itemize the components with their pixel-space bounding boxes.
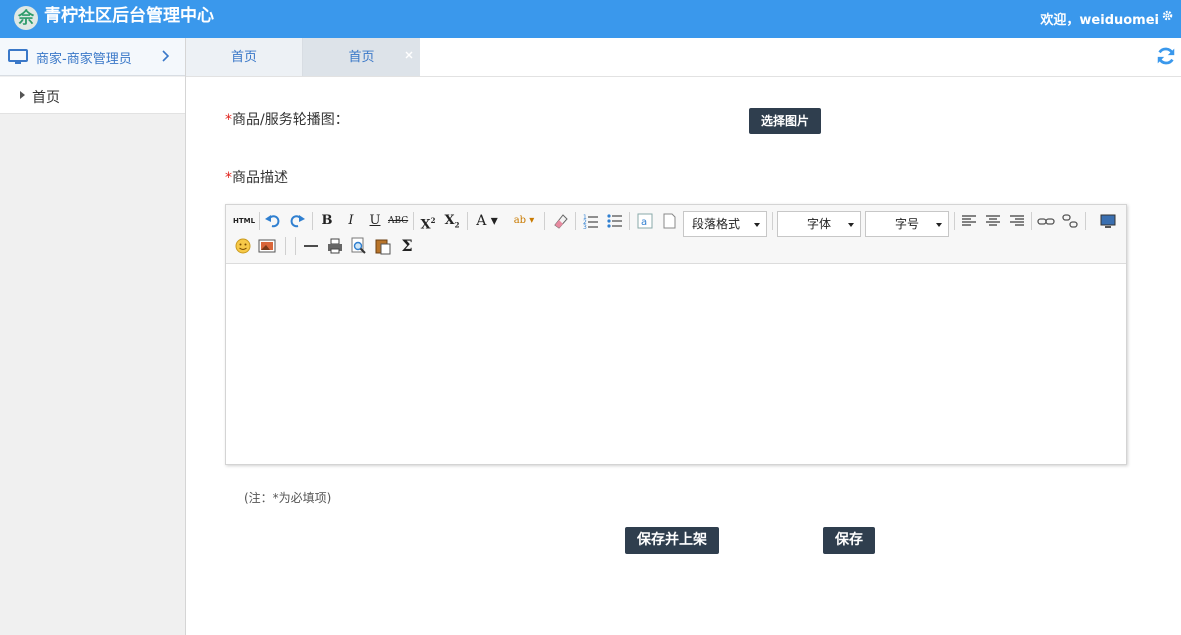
bold-button[interactable]: B	[317, 211, 337, 231]
sidebar-menu-header[interactable]: 商家-商家管理员	[0, 38, 185, 76]
align-left-icon[interactable]	[959, 211, 979, 231]
image-icon[interactable]	[257, 236, 277, 256]
close-icon[interactable]	[404, 50, 414, 60]
required-mark: *	[225, 170, 232, 186]
horizontal-rule-icon[interactable]	[301, 236, 321, 256]
unordered-list-icon[interactable]	[605, 211, 625, 231]
formula-icon[interactable]: Σ	[397, 236, 417, 256]
rich-text-editor: HTML B I U ABC X2 X2 A ▾ ab ▾ 1 2 3 a 段落…	[225, 204, 1127, 465]
undo-icon[interactable]	[263, 211, 283, 231]
toolbar-divider	[544, 212, 545, 230]
tab-home[interactable]: 首页	[186, 38, 303, 76]
toolbar-divider	[1031, 212, 1032, 230]
sidebar-menu-title: 商家-商家管理员	[36, 52, 132, 67]
toolbar-divider	[1085, 212, 1086, 230]
font-family-value: 字体	[806, 217, 831, 231]
anchor-icon[interactable]: a	[635, 211, 655, 231]
toolbar-divider	[575, 212, 576, 230]
description-label-text: 商品描述	[232, 170, 288, 186]
editor-toolbar: HTML B I U ABC X2 X2 A ▾ ab ▾ 1 2 3 a 段落…	[226, 205, 1126, 264]
toolbar-divider	[467, 212, 468, 230]
editor-content-area[interactable]	[226, 265, 1126, 464]
paragraph-format-select[interactable]: 段落格式	[683, 211, 767, 237]
choose-image-button[interactable]: 选择图片	[749, 108, 821, 134]
preview-icon[interactable]	[349, 236, 369, 256]
sidebar-item-home[interactable]: 首页	[0, 77, 185, 114]
svg-text:a: a	[641, 217, 647, 228]
font-family-select[interactable]: 字体	[777, 211, 861, 237]
font-size-select[interactable]: 字号	[865, 211, 949, 237]
tab-label: 首页	[348, 50, 375, 65]
caret-right-icon	[20, 91, 25, 99]
sidebar: 商家-商家管理员 首页	[0, 38, 186, 635]
gear-icon[interactable]	[1162, 10, 1173, 21]
paragraph-format-value: 段落格式	[692, 217, 741, 231]
app-title: 青柠社区后台管理中心	[44, 6, 214, 26]
caret-down-icon	[936, 223, 942, 227]
toolbar-divider	[413, 212, 414, 230]
align-right-icon[interactable]	[1007, 211, 1027, 231]
superscript-button[interactable]: X2	[418, 211, 438, 232]
highlight-color-button[interactable]: ab ▾	[509, 211, 539, 231]
font-color-button[interactable]: A ▾	[473, 211, 501, 231]
toolbar-divider	[954, 212, 955, 230]
monitor-icon	[8, 49, 28, 64]
top-header: 佘 青柠社区后台管理中心 欢迎，weiduomei	[0, 0, 1181, 38]
toolbar-divider	[629, 212, 630, 230]
emoticon-icon[interactable]	[233, 236, 253, 256]
carousel-field-label: *商品/服务轮播图：	[225, 109, 349, 129]
ordered-list-icon[interactable]: 1 2 3	[581, 211, 601, 231]
required-note: (注：*为必填项)	[244, 491, 332, 505]
refresh-icon[interactable]	[1155, 45, 1177, 67]
required-mark: *	[225, 112, 232, 128]
paste-icon[interactable]	[373, 236, 393, 256]
welcome-user[interactable]: 欢迎，weiduomei	[1040, 9, 1159, 28]
underline-button[interactable]: U	[365, 211, 385, 231]
toolbar-divider	[312, 212, 313, 230]
toolbar-divider	[295, 237, 296, 255]
tab-label: 首页	[230, 50, 257, 65]
sidebar-item-label: 首页	[32, 90, 60, 106]
subscript-button[interactable]: X2	[442, 211, 462, 231]
save-and-publish-button[interactable]: 保存并上架	[625, 527, 719, 554]
align-center-icon[interactable]	[983, 211, 1003, 231]
chevron-right-icon[interactable]	[160, 49, 170, 63]
svg-text:3: 3	[583, 224, 587, 231]
link-icon[interactable]	[1036, 211, 1056, 231]
caret-down-icon	[754, 223, 760, 227]
unlink-icon[interactable]	[1060, 211, 1080, 231]
italic-button[interactable]: I	[341, 211, 361, 231]
toolbar-divider	[285, 237, 286, 255]
redo-icon[interactable]	[287, 211, 307, 231]
strikethrough-button[interactable]: ABC	[388, 211, 408, 231]
toolbar-divider	[259, 212, 260, 230]
toolbar-divider	[772, 212, 773, 230]
page-break-icon[interactable]	[659, 211, 679, 231]
html-source-button[interactable]: HTML	[232, 211, 256, 231]
description-field-label: *商品描述	[225, 167, 288, 187]
print-icon[interactable]	[325, 236, 345, 256]
save-button[interactable]: 保存	[823, 527, 875, 554]
tab-home-active[interactable]: 首页	[303, 38, 420, 76]
carousel-label-text: 商品/服务轮播图：	[232, 112, 349, 128]
caret-down-icon	[848, 223, 854, 227]
tab-bar: 首页 首页	[186, 38, 1181, 77]
font-size-value: 字号	[894, 217, 919, 231]
eraser-icon[interactable]	[550, 211, 570, 231]
fullscreen-icon[interactable]	[1098, 211, 1118, 231]
app-logo: 佘	[14, 6, 38, 30]
